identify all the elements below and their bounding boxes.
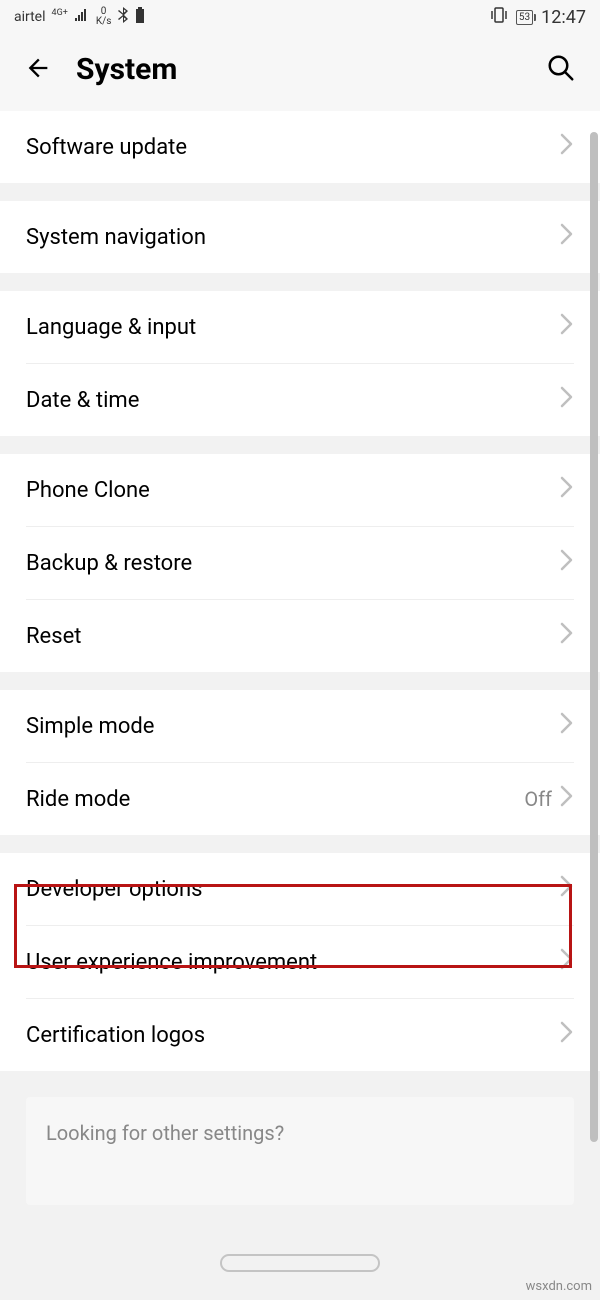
settings-item[interactable]: Certification logos: [0, 999, 600, 1071]
settings-item-label: User experience improvement: [26, 950, 560, 975]
settings-item-label: Certification logos: [26, 1023, 560, 1048]
settings-item[interactable]: Date & time: [0, 364, 600, 436]
settings-item[interactable]: Backup & restore: [0, 527, 600, 599]
signal-icon: [74, 8, 90, 26]
chevron-right-icon: [560, 476, 574, 504]
battery-full-icon: [135, 7, 145, 27]
settings-item-label: Reset: [26, 624, 560, 649]
bluetooth-icon: [117, 7, 129, 27]
settings-item[interactable]: User experience improvement: [0, 926, 600, 998]
settings-item[interactable]: Software update: [0, 111, 600, 183]
settings-item[interactable]: System navigation: [0, 201, 600, 273]
chevron-right-icon: [560, 622, 574, 650]
settings-group: System navigation: [0, 201, 600, 273]
navigation-pill[interactable]: [220, 1254, 380, 1272]
settings-item-label: Software update: [26, 135, 560, 160]
page-header: System: [0, 34, 600, 111]
chevron-right-icon: [560, 875, 574, 903]
settings-item[interactable]: Phone Clone: [0, 454, 600, 526]
chevron-right-icon: [560, 948, 574, 976]
carrier-label: airtel: [14, 9, 46, 25]
settings-group: Phone Clone Backup & restore Reset: [0, 454, 600, 672]
status-left: airtel 4G+ 0 K/s: [14, 7, 145, 27]
data-speed: 0 K/s: [96, 7, 112, 27]
settings-item-value: Off: [524, 787, 552, 811]
settings-group: Software update: [0, 111, 600, 183]
footer-text: Looking for other settings?: [46, 1121, 554, 1145]
chevron-right-icon: [560, 785, 574, 813]
watermark: wsxdn.com: [526, 1279, 592, 1294]
settings-item-label: Simple mode: [26, 714, 560, 739]
settings-item-label: System navigation: [26, 225, 560, 250]
chevron-right-icon: [560, 313, 574, 341]
settings-item[interactable]: Reset: [0, 600, 600, 672]
status-right: 53 12:47: [490, 7, 586, 28]
chevron-right-icon: [560, 133, 574, 161]
settings-item-label: Phone Clone: [26, 478, 560, 503]
settings-group: Developer options User experience improve…: [0, 853, 600, 1071]
search-icon[interactable]: [546, 53, 576, 87]
settings-item[interactable]: Developer options: [0, 853, 600, 925]
back-arrow-icon[interactable]: [24, 54, 52, 86]
chevron-right-icon: [560, 223, 574, 251]
settings-group: Language & input Date & time: [0, 291, 600, 436]
settings-item-label: Date & time: [26, 388, 560, 413]
clock: 12:47: [541, 7, 586, 28]
settings-item-label: Developer options: [26, 877, 560, 902]
status-bar: airtel 4G+ 0 K/s 53 12:47: [0, 0, 600, 34]
scrollbar[interactable]: [590, 132, 598, 1142]
chevron-right-icon: [560, 712, 574, 740]
network-type: 4G+: [52, 8, 68, 18]
settings-group: Simple mode Ride modeOff: [0, 690, 600, 835]
footer-card: Looking for other settings?: [26, 1097, 574, 1205]
chevron-right-icon: [560, 549, 574, 577]
settings-item[interactable]: Language & input: [0, 291, 600, 363]
settings-item-label: Ride mode: [26, 787, 524, 812]
vibrate-icon: [490, 7, 508, 27]
settings-item-label: Language & input: [26, 315, 560, 340]
chevron-right-icon: [560, 1021, 574, 1049]
battery-indicator: 53: [516, 10, 533, 25]
chevron-right-icon: [560, 386, 574, 414]
settings-item-label: Backup & restore: [26, 551, 560, 576]
settings-item[interactable]: Simple mode: [0, 690, 600, 762]
page-title: System: [76, 52, 522, 87]
settings-item[interactable]: Ride modeOff: [0, 763, 600, 835]
